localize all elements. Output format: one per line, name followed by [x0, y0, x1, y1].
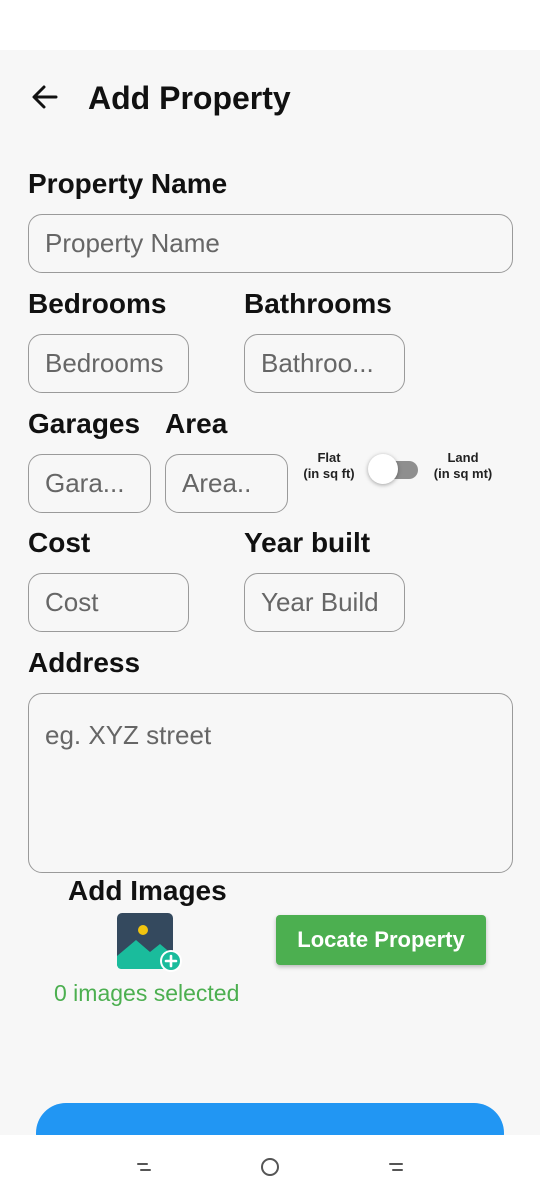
- land-unit-label: Land (in sq mt): [432, 450, 494, 482]
- add-images-button[interactable]: [116, 912, 184, 974]
- nav-home-button[interactable]: [250, 1149, 290, 1185]
- garages-label: Garages: [28, 408, 141, 439]
- add-image-icon: [117, 913, 182, 972]
- bedrooms-label: Bedrooms: [28, 288, 167, 319]
- property-name-label: Property Name: [28, 168, 228, 199]
- locate-property-button[interactable]: Locate Property: [276, 915, 486, 965]
- system-nav-bar: [0, 1135, 540, 1200]
- cost-label: Cost: [28, 527, 91, 558]
- flat-label-line2: (in sq ft): [303, 466, 355, 481]
- page-title: Add Property: [88, 80, 291, 116]
- year-built-label: Year built: [244, 527, 371, 558]
- back-button[interactable]: [28, 80, 62, 114]
- address-input[interactable]: eg. XYZ street: [28, 693, 513, 873]
- flat-label-line1: Flat: [317, 450, 341, 465]
- area-input[interactable]: Area..: [165, 454, 288, 513]
- arrow-left-icon: [32, 85, 58, 109]
- area-label: Area: [165, 408, 228, 439]
- property-name-input[interactable]: Property Name: [28, 214, 513, 273]
- add-images-label: Add Images: [68, 875, 227, 906]
- nav-back-button[interactable]: [376, 1149, 416, 1185]
- home-circle-icon: [261, 1158, 279, 1176]
- toggle-thumb: [368, 454, 398, 484]
- nav-recents-button[interactable]: [124, 1149, 164, 1185]
- garages-input[interactable]: Gara...: [28, 454, 151, 513]
- flat-unit-label: Flat (in sq ft): [298, 450, 360, 482]
- submit-button[interactable]: [36, 1103, 504, 1135]
- nav-back-icon: [389, 1163, 403, 1171]
- bedrooms-input[interactable]: Bedrooms: [28, 334, 189, 393]
- address-label: Address: [28, 647, 141, 678]
- year-built-input[interactable]: Year Build: [244, 573, 405, 632]
- area-unit-toggle[interactable]: [368, 454, 418, 484]
- bathrooms-input[interactable]: Bathroo...: [244, 334, 405, 393]
- cost-input[interactable]: Cost: [28, 573, 189, 632]
- land-label-line2: (in sq mt): [433, 466, 493, 481]
- images-selected-count: 0 images selected: [54, 980, 240, 1006]
- bathrooms-label: Bathrooms: [244, 288, 392, 319]
- add-property-screen: Add Property Property Name Property Name…: [0, 50, 540, 1135]
- land-label-line1: Land: [447, 450, 479, 465]
- recent-apps-icon: [137, 1163, 151, 1171]
- status-bar: [0, 0, 540, 50]
